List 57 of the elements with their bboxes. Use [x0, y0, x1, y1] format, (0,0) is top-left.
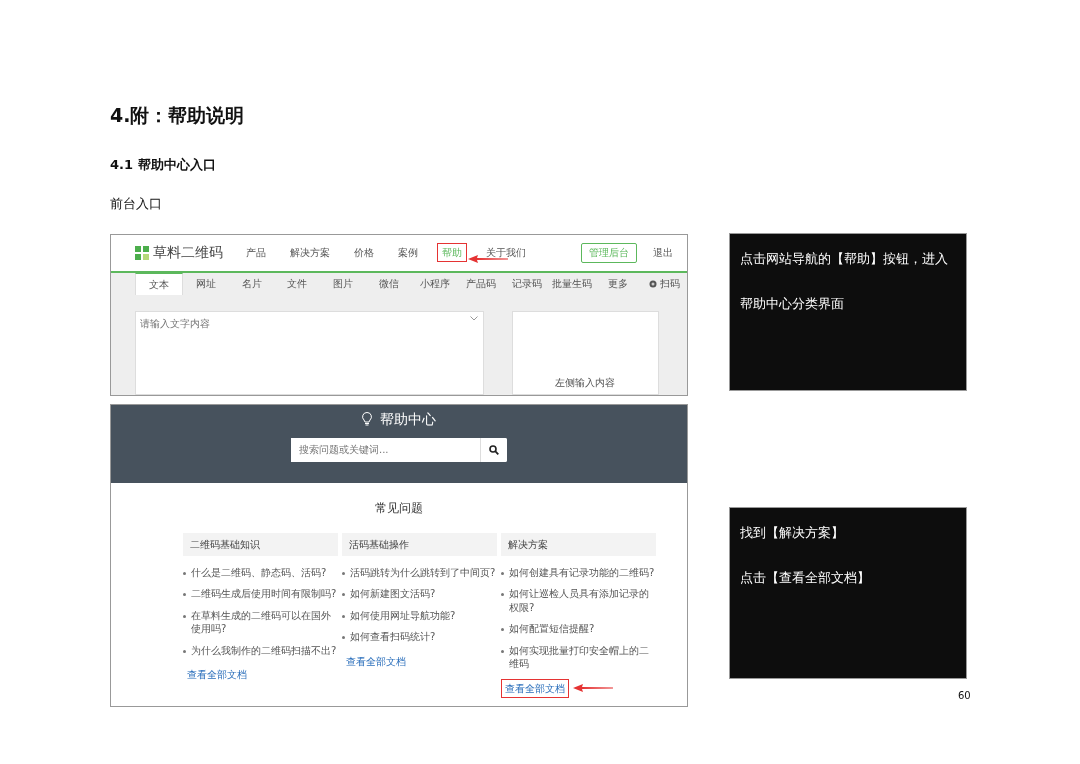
- note-text: 点击网站导航的【帮助】按钮，进入: [740, 249, 949, 268]
- nav-link[interactable]: 案例: [393, 243, 423, 263]
- faq-item[interactable]: 什么是二维码、静态码、活码?: [183, 565, 338, 580]
- category-title: 解决方案: [501, 532, 656, 556]
- chevron-icon: [469, 315, 478, 321]
- view-all-link[interactable]: 查看全部文档: [501, 678, 569, 698]
- tab[interactable]: 扫码: [641, 272, 687, 295]
- faq-item[interactable]: 在草料生成的二维码可以在国外使用吗?: [183, 608, 338, 636]
- tab[interactable]: 产品码: [457, 272, 504, 295]
- faq-item[interactable]: 活码跳转为什么跳转到了中间页?: [342, 565, 497, 580]
- logout-link[interactable]: 退出: [653, 245, 673, 261]
- preview-hint: 左侧输入内容: [555, 375, 616, 390]
- faq-item[interactable]: 如何使用网址导航功能?: [342, 608, 497, 623]
- search-button[interactable]: [480, 437, 507, 462]
- nav-link[interactable]: 解决方案: [285, 243, 335, 263]
- tab[interactable]: 名片: [228, 272, 275, 295]
- view-all-link[interactable]: 查看全部文档: [342, 651, 410, 671]
- view-all-link[interactable]: 查看全部文档: [183, 665, 251, 685]
- faq-item[interactable]: 如何新建图文活码?: [342, 587, 497, 601]
- faq-item[interactable]: 如何创建具有记录功能的二维码?: [501, 565, 656, 580]
- tab[interactable]: 图片: [320, 272, 367, 295]
- text-input[interactable]: 请输入文字内容: [135, 310, 484, 395]
- lightbulb-icon: [362, 412, 372, 427]
- note-text: 帮助中心分类界面: [740, 295, 845, 314]
- tab[interactable]: 网址: [182, 272, 229, 295]
- search-field[interactable]: 搜索问题或关键词...: [291, 437, 507, 462]
- tab[interactable]: 文件: [274, 272, 321, 295]
- note-text: 找到【解决方案】: [740, 523, 845, 542]
- scan-icon: [648, 279, 657, 288]
- faq-item[interactable]: 为什么我制作的二维码扫描不出?: [183, 643, 338, 658]
- nav-link[interactable]: 产品: [241, 243, 271, 263]
- note-text: 点击【查看全部文档】: [740, 569, 871, 588]
- page-number: 60: [958, 689, 971, 703]
- search-icon: [489, 444, 499, 455]
- faq-item[interactable]: 如何让巡检人员具有添加记录的权限?: [501, 587, 656, 615]
- nav-link[interactable]: 关于我们: [481, 243, 531, 263]
- help-center-title: 帮助中心: [380, 409, 436, 429]
- faq-heading: 常见问题: [375, 499, 423, 517]
- faq-item[interactable]: 二维码生成后使用时间有限制吗?: [183, 587, 338, 601]
- tab[interactable]: 微信: [366, 272, 412, 295]
- tab[interactable]: 文本: [135, 272, 183, 295]
- faq-item[interactable]: 如何配置短信提醒?: [501, 622, 656, 636]
- section-heading: 4.1 帮助中心入口: [110, 156, 217, 173]
- tab[interactable]: 小程序: [411, 272, 458, 295]
- page-heading: 4.附：帮助说明: [110, 104, 246, 127]
- category-title: 二维码基础知识: [183, 532, 338, 556]
- paragraph-label: 前台入口: [110, 195, 163, 214]
- tab[interactable]: 批量生码: [549, 272, 596, 295]
- faq-item[interactable]: 如何实现批量打印安全帽上的二维码: [501, 643, 656, 671]
- logo-icon: [135, 245, 149, 260]
- annotation-arrow: [573, 684, 613, 693]
- brand-name: 草料二维码: [153, 243, 223, 263]
- tab[interactable]: 记录码: [503, 272, 550, 295]
- tab[interactable]: 更多: [595, 272, 642, 295]
- nav-link[interactable]: 价格: [349, 243, 379, 263]
- category-title: 活码基础操作: [342, 532, 497, 556]
- faq-item[interactable]: 如何查看扫码统计?: [342, 630, 497, 644]
